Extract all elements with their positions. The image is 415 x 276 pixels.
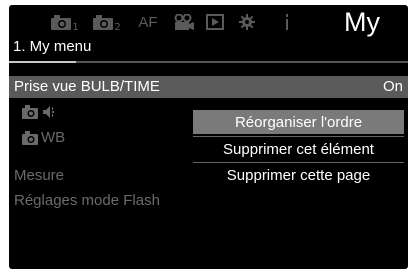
tab-number: 1 (72, 21, 79, 33)
tab-my-menu[interactable]: My (327, 5, 397, 40)
popup-item-delete-page[interactable]: Supprimer cette page (193, 162, 404, 187)
menu-row-label: Mesure (14, 167, 65, 184)
tab-settings[interactable] (235, 7, 259, 37)
camera-screen: 1 2 AF My 1. My menu Prise vue BULB/TIME… (9, 5, 408, 269)
tab-shooting-2[interactable]: 2 (87, 7, 127, 37)
menu-row-bulb-time[interactable]: Prise vue BULB/TIME On (9, 76, 408, 98)
tab-af[interactable]: AF (133, 7, 163, 37)
menu-row-label: WB (41, 129, 66, 146)
menu-row-label: Prise vue BULB/TIME (14, 78, 160, 95)
tab-number: 2 (114, 21, 121, 33)
camera-speaker-icon (22, 104, 56, 124)
camera-icon (51, 14, 72, 30)
gear-icon (239, 14, 255, 30)
menu-row-label: Réglages mode Flash (14, 192, 160, 209)
tab-video[interactable] (172, 7, 196, 37)
popup-item-delete-item[interactable]: Supprimer cet élément (193, 136, 404, 161)
tab-af-label: AF (138, 13, 158, 31)
tab-shooting-1[interactable]: 1 (47, 7, 83, 37)
camera-icon (22, 130, 38, 150)
tab-info[interactable] (277, 7, 297, 37)
video-icon (174, 14, 194, 30)
menu-row-flash-settings[interactable]: Réglages mode Flash (9, 190, 408, 212)
menu-tab-bar: 1 2 AF My (9, 5, 408, 39)
tab-playback[interactable] (203, 7, 227, 37)
info-icon (286, 14, 288, 30)
page-indicator (9, 61, 76, 63)
menu-row-value: On (382, 78, 403, 95)
camera-icon (93, 14, 114, 30)
page-title: 1. My menu (13, 38, 92, 55)
context-popup-menu: Réorganiser l'ordre Supprimer cet élémen… (189, 106, 408, 188)
popup-item-reorder[interactable]: Réorganiser l'ordre (193, 110, 404, 134)
playback-icon (206, 14, 224, 30)
